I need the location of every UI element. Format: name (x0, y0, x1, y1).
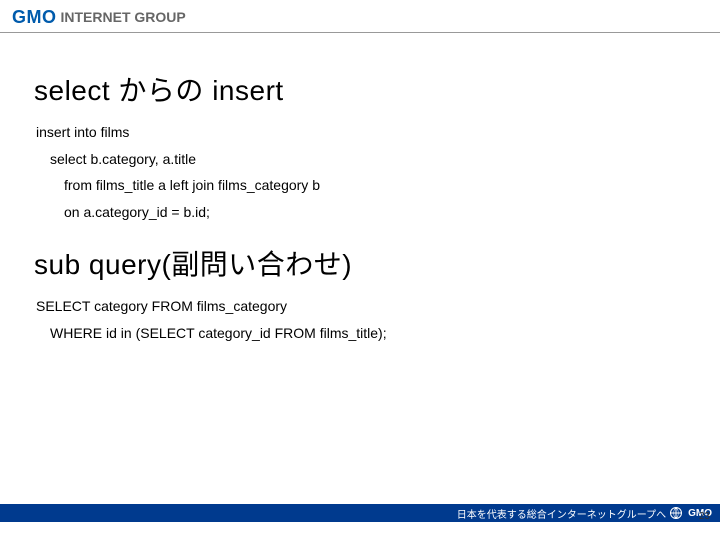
section-2-code: SELECT category FROM films_category WHER… (36, 293, 686, 346)
globe-icon (670, 507, 682, 519)
slide-header: GMO INTERNET GROUP (0, 0, 720, 33)
code-line: SELECT category FROM films_category (36, 293, 686, 320)
section-1-code: insert into films select b.category, a.t… (36, 119, 686, 225)
section-2-title: sub query(副問い合わせ) (34, 243, 686, 283)
brand-logo: GMO INTERNET GROUP (12, 8, 186, 26)
code-line: select b.category, a.title (36, 146, 686, 173)
footer-bar: 日本を代表する総合インターネットグループへ GMO (0, 504, 720, 522)
code-line: on a.category_id = b.id; (36, 199, 686, 226)
slide-footer: 日本を代表する総合インターネットグループへ GMO 23 (0, 504, 720, 522)
slide-content: select からの insert insert into films sele… (0, 33, 720, 347)
page-number: 23 (699, 511, 710, 522)
footer-tagline: 日本を代表する総合インターネットグループへ (457, 506, 666, 521)
code-line: WHERE id in (SELECT category_id FROM fil… (36, 320, 686, 347)
section-1-title: select からの insert (34, 69, 686, 109)
logo-primary-text: GMO (12, 8, 57, 26)
code-line: insert into films (36, 119, 686, 146)
footer-tag: 日本を代表する総合インターネットグループへ GMO (457, 506, 712, 521)
logo-secondary-text: INTERNET GROUP (61, 9, 186, 25)
code-line: from films_title a left join films_categ… (36, 172, 686, 199)
